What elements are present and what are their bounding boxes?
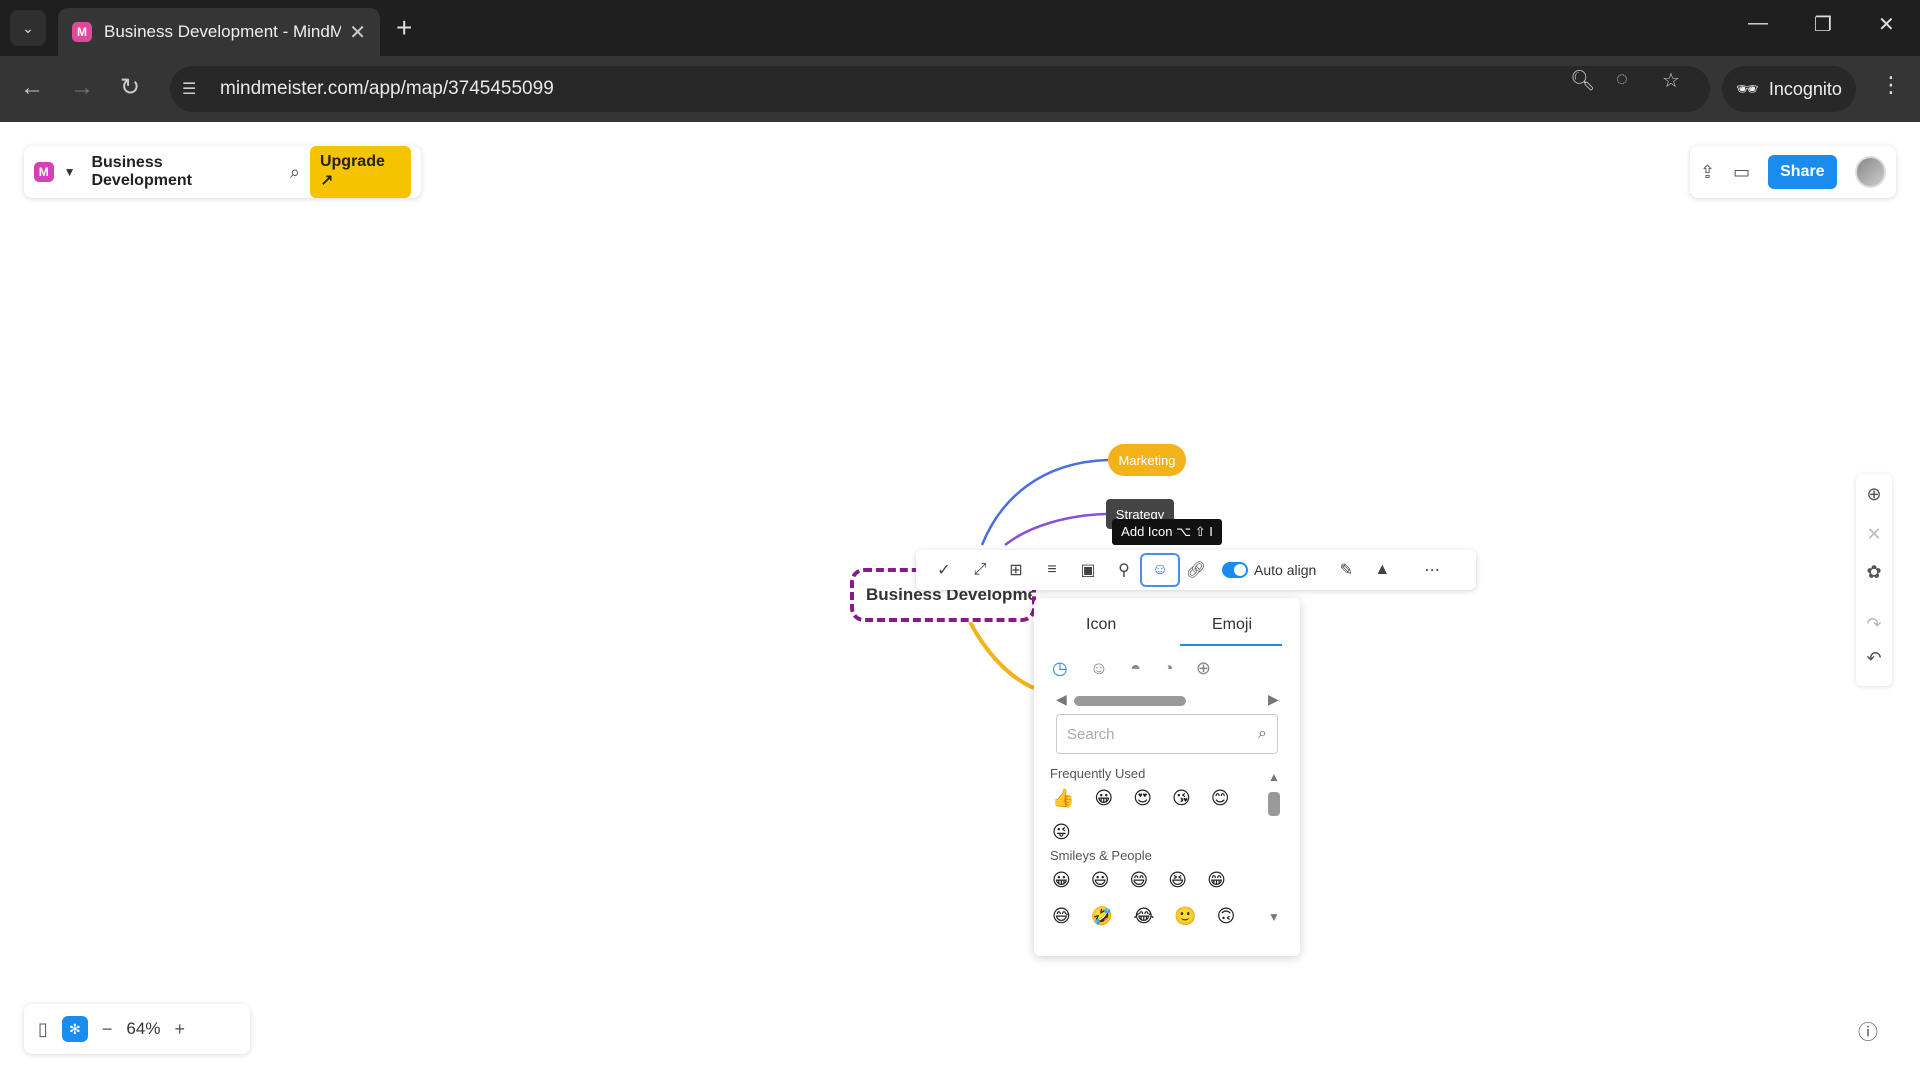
- section-smileys-people: Smileys & People: [1050, 848, 1152, 863]
- vertical-scrollbar[interactable]: [1268, 792, 1280, 816]
- recent-clock-icon[interactable]: ◷: [1052, 658, 1068, 679]
- connector-strategy: [1004, 512, 1107, 546]
- right-control-panel: ⊕ ✕ ✿ ↷ ↶: [1856, 474, 1892, 686]
- emoji-item[interactable]: 😘: [1172, 788, 1191, 809]
- emoji-item[interactable]: 😃: [1091, 870, 1110, 891]
- smileys-emoji-row: 😀 😃 😄 😆 😁: [1052, 870, 1226, 891]
- connection-icon[interactable]: ⤢: [962, 555, 998, 585]
- smileys-emoji-row-2: 😅 🤣 😂 🙂 🙃: [1052, 906, 1235, 927]
- emoji-search-input[interactable]: [1067, 725, 1237, 743]
- outline-view-icon[interactable]: ▯: [38, 1019, 48, 1040]
- tooltip: Add Icon ⌥ ⇧ I: [1112, 519, 1222, 545]
- help-icon[interactable]: ⓘ: [1858, 1016, 1878, 1045]
- note-icon[interactable]: ≡: [1034, 555, 1070, 585]
- emoji-item[interactable]: 😍: [1133, 788, 1152, 809]
- emoji-picker: Icon Emoji ◷ ☺ ◓ ◔ ⊕ ◀ ▶ ⌕ Frequently Us…: [1034, 598, 1300, 956]
- picker-tabs: Icon Emoji: [1034, 616, 1300, 646]
- emoji-item[interactable]: 😀: [1094, 788, 1113, 809]
- task-check-icon[interactable]: ✓: [926, 555, 962, 585]
- emoji-item[interactable]: 😂: [1133, 906, 1154, 927]
- animal-category-icon[interactable]: ◓: [1130, 658, 1141, 679]
- link-icon[interactable]: 🔗︎: [1178, 555, 1214, 585]
- active-tab-indicator: [1180, 644, 1282, 646]
- style-brush-icon[interactable]: ✎: [1328, 555, 1364, 585]
- scroll-up-icon[interactable]: ▲: [1268, 770, 1280, 784]
- more-options-icon[interactable]: ⋯: [1414, 555, 1450, 585]
- emoji-item[interactable]: 🤣: [1091, 906, 1113, 927]
- mindmap-view-icon[interactable]: ✻: [61, 1016, 88, 1042]
- map-connections: [968, 458, 1109, 690]
- focus-icon[interactable]: ✕: [1856, 524, 1892, 545]
- undo-icon[interactable]: ↶: [1856, 648, 1892, 669]
- frequent-emoji-row: 👍 😀 😍 😘 😊: [1052, 788, 1229, 809]
- add-icon-button[interactable]: ☺: [1140, 553, 1180, 587]
- emoji-item[interactable]: 😅: [1052, 906, 1071, 927]
- emoji-item[interactable]: 😜: [1052, 822, 1071, 843]
- scroll-left-icon[interactable]: ◀: [1056, 691, 1067, 708]
- add-box-icon[interactable]: ⊞: [998, 555, 1034, 585]
- image-icon[interactable]: ▣: [1070, 555, 1106, 585]
- add-topic-icon[interactable]: ⊕: [1856, 484, 1892, 505]
- connector-marketing: [980, 458, 1109, 546]
- section-frequently-used: Frequently Used: [1050, 766, 1146, 781]
- emoji-item[interactable]: 😆: [1168, 870, 1187, 891]
- emoji-search-field[interactable]: ⌕: [1056, 714, 1278, 754]
- zoom-in-icon[interactable]: +: [174, 1019, 185, 1040]
- frequent-emoji-row-2: 😜: [1052, 822, 1071, 843]
- auto-align-label: Auto align: [1254, 562, 1317, 578]
- emoji-item[interactable]: 👍: [1052, 788, 1074, 809]
- node-toolbar: ✓ ⤢ ⊞ ≡ ▣ ⚲ ☺ 🔗︎ Auto align ✎ ▲ ⋯: [916, 550, 1476, 590]
- food-category-icon[interactable]: ◔: [1163, 658, 1174, 679]
- auto-align-toggle[interactable]: [1222, 562, 1248, 578]
- emoji-category-bar: ◷ ☺ ◓ ◔ ⊕: [1052, 658, 1211, 679]
- zoom-level: 64%: [126, 1019, 161, 1038]
- globe-category-icon[interactable]: ⊕: [1196, 658, 1211, 679]
- smiley-category-icon[interactable]: ☺: [1090, 658, 1108, 679]
- view-zoom-bar: ▯ ✻ − 64% +: [24, 1004, 250, 1054]
- zoom-out-icon[interactable]: −: [102, 1019, 113, 1040]
- theme-palette-icon[interactable]: ✿: [1856, 562, 1892, 583]
- emoji-item[interactable]: 🙃: [1217, 906, 1236, 927]
- scroll-down-icon[interactable]: ▼: [1268, 910, 1280, 924]
- emoji-item[interactable]: 🙂: [1174, 906, 1196, 927]
- emoji-item[interactable]: 😊: [1211, 788, 1230, 809]
- redo-icon[interactable]: ↷: [1856, 614, 1892, 635]
- node-marketing[interactable]: Marketing: [1108, 444, 1186, 476]
- tab-icon[interactable]: Icon: [1086, 616, 1116, 634]
- emoji-item[interactable]: 😄: [1130, 870, 1149, 891]
- scroll-right-icon[interactable]: ▶: [1268, 691, 1279, 708]
- horizontal-scrollbar[interactable]: [1074, 696, 1186, 706]
- attachment-icon[interactable]: ⚲: [1106, 555, 1142, 585]
- search-icon: ⌕: [1258, 725, 1267, 742]
- tab-emoji[interactable]: Emoji: [1212, 616, 1252, 634]
- emoji-item[interactable]: 😁: [1207, 870, 1226, 891]
- connector-orange: [968, 621, 1035, 690]
- color-fill-icon[interactable]: ▲: [1364, 555, 1400, 585]
- emoji-item[interactable]: 😀: [1052, 870, 1071, 891]
